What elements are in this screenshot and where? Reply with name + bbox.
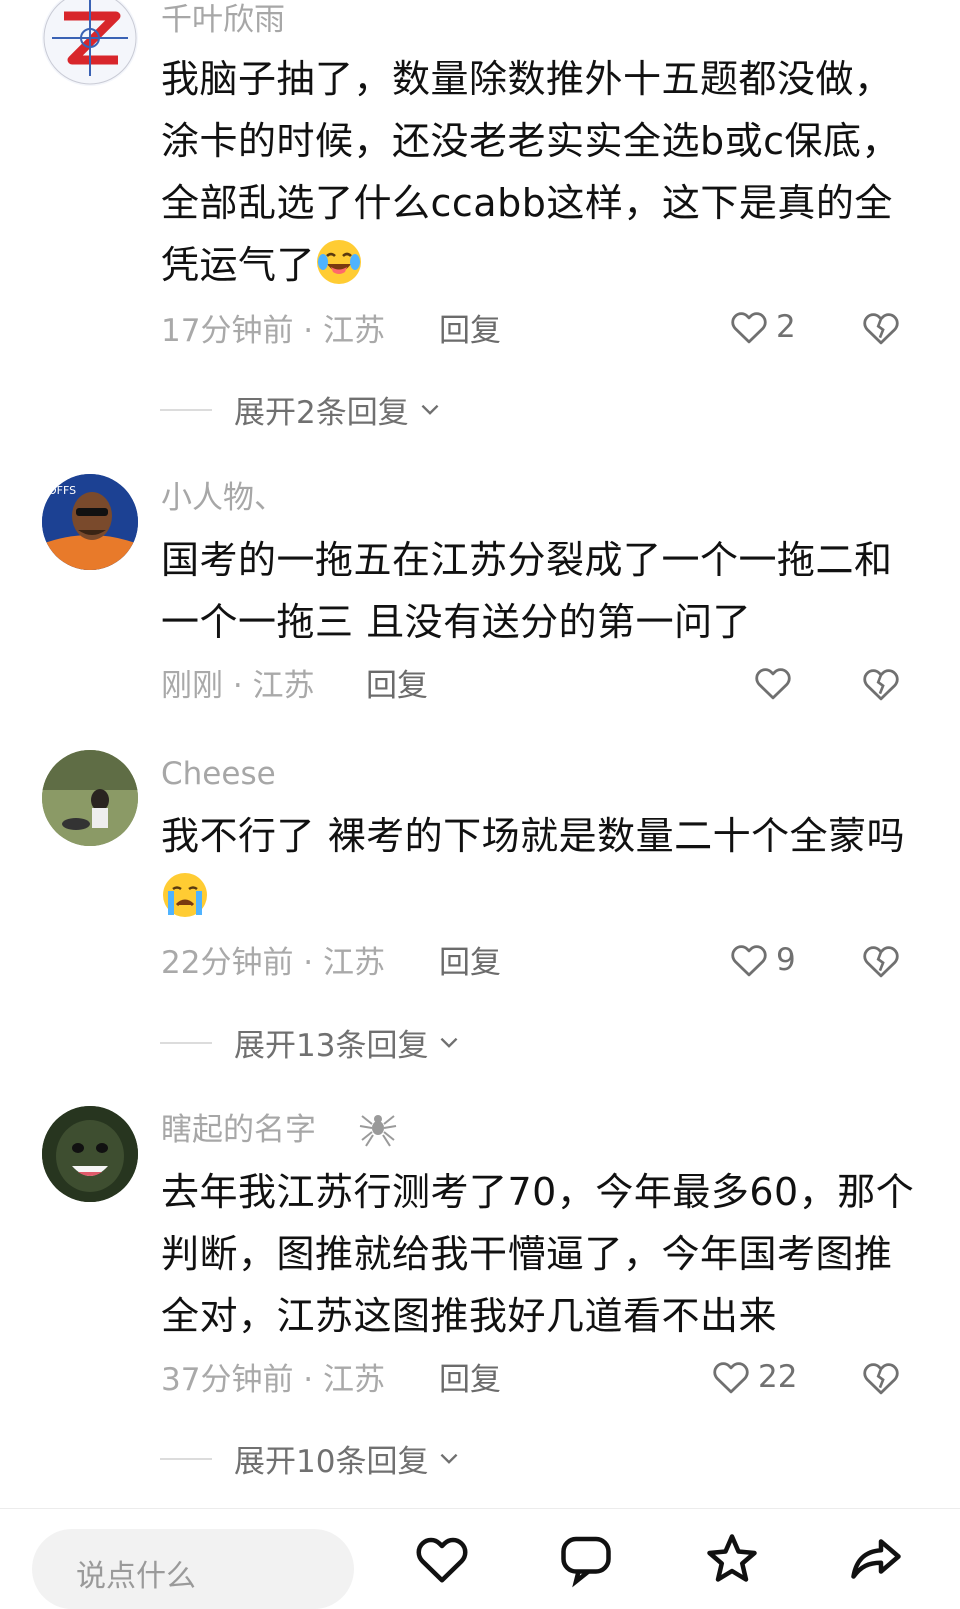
reply-button[interactable]: 回复 — [439, 943, 501, 983]
like-button[interactable]: 22 — [710, 1356, 797, 1398]
comment-input[interactable]: 说点什么 — [32, 1529, 354, 1609]
chevron-down-icon — [441, 1453, 458, 1464]
username[interactable]: 小人物、 — [161, 478, 285, 518]
svg-text:OFFS: OFFS — [48, 484, 76, 497]
comment-text: 我脑子抽了，数量除数推外十五题都没做，涂卡的时候，还没老老实实全选b或c保底，全… — [161, 48, 921, 296]
laughing-crying-emoji-icon — [317, 240, 362, 284]
broken-heart-icon[interactable] — [860, 940, 902, 982]
user-avatar-photo — [42, 1106, 138, 1202]
like-count: 22 — [758, 1359, 798, 1395]
heart-icon — [731, 312, 767, 344]
username-text: 瞎起的名字 — [161, 1112, 316, 1148]
username[interactable]: 千叶欣雨 — [161, 0, 285, 40]
reply-button[interactable]: 回复 — [366, 666, 428, 706]
heart-icon — [755, 668, 791, 700]
expand-replies-label: 展开13条回复 — [234, 1028, 429, 1064]
comment-body: 我脑子抽了，数量除数推外十五题都没做，涂卡的时候，还没老老实实全选b或c保底，全… — [161, 57, 901, 287]
heart-icon — [713, 1362, 749, 1394]
avatar[interactable] — [42, 0, 138, 86]
comment-body: 去年我江苏行测考了70，今年最多60，那个判断，图推就给我干懵逼了，今年国考图推… — [161, 1170, 915, 1338]
like-count: 2 — [776, 309, 796, 345]
expand-replies-label: 展开2条回复 — [234, 395, 409, 431]
username[interactable]: 瞎起的名字 — [161, 1110, 400, 1150]
avatar[interactable] — [42, 1106, 138, 1202]
user-avatar-photo — [42, 750, 138, 846]
avatar[interactable] — [42, 750, 138, 846]
like-button[interactable]: 9 — [728, 939, 796, 981]
star-icon[interactable] — [702, 1529, 762, 1589]
user-avatar-photo: OFFS — [42, 474, 138, 570]
chevron-down-icon — [441, 1037, 458, 1048]
expand-replies[interactable]: 展开13条回复 — [160, 1020, 462, 1065]
like-button[interactable] — [752, 662, 794, 704]
expand-replies-label: 展开10条回复 — [234, 1444, 429, 1480]
comment-icon[interactable] — [556, 1529, 616, 1589]
share-icon[interactable] — [846, 1529, 906, 1589]
comment-time-location: 刚刚 · 江苏 — [161, 668, 315, 704]
comment-text: 我不行了 裸考的下场就是数量二十个全蒙吗 — [161, 805, 921, 929]
comment-body: 我不行了 裸考的下场就是数量二十个全蒙吗 — [161, 814, 906, 858]
like-count: 9 — [776, 942, 796, 978]
comment-time-location: 37分钟前 · 江苏 — [161, 1362, 386, 1398]
divider — [160, 408, 212, 411]
comment-input-placeholder: 说点什么 — [76, 1559, 196, 1594]
broken-heart-icon[interactable] — [860, 1357, 902, 1399]
like-button[interactable]: 2 — [728, 306, 796, 348]
heart-icon[interactable] — [412, 1529, 472, 1589]
broken-heart-icon[interactable] — [860, 663, 902, 705]
heart-icon — [731, 945, 767, 977]
expand-replies[interactable]: 展开2条回复 — [160, 387, 443, 432]
reply-button[interactable]: 回复 — [439, 311, 501, 351]
crying-emoji-icon — [163, 873, 207, 917]
comment-time-location: 17分钟前 · 江苏 — [161, 313, 386, 349]
comment-body: 国考的一拖五在江苏分裂成了一个一拖二和一个一拖三 且没有送分的第一问了 — [161, 538, 893, 644]
username[interactable]: Cheese — [161, 754, 276, 794]
expand-replies[interactable]: 展开10条回复 — [160, 1436, 462, 1481]
chevron-down-icon — [421, 404, 439, 415]
divider — [160, 1457, 212, 1460]
avatar[interactable]: OFFS — [42, 474, 138, 570]
comment-time-location: 22分钟前 · 江苏 — [161, 945, 386, 981]
broken-heart-icon[interactable] — [860, 307, 902, 349]
spider-icon — [359, 1115, 397, 1147]
zodiac-logo-icon — [43, 0, 137, 85]
divider — [160, 1041, 212, 1044]
reply-button[interactable]: 回复 — [439, 1360, 501, 1400]
bottom-action-bar: 说点什么 — [0, 1508, 960, 1609]
